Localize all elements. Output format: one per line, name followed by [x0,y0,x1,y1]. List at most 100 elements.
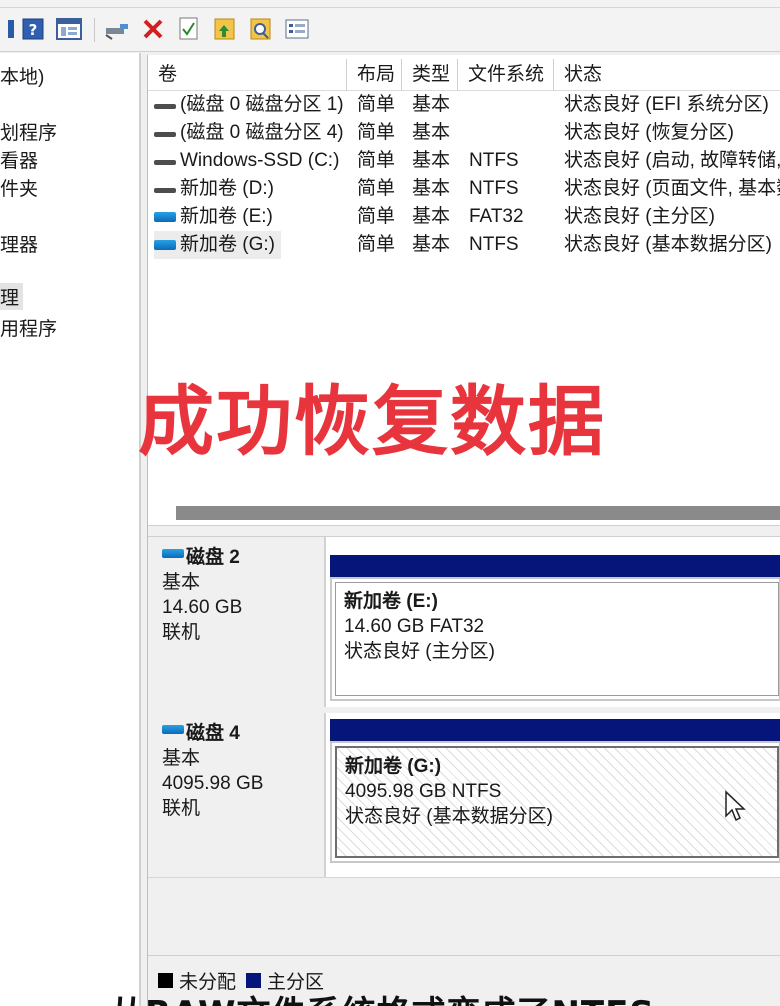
overlay-caption: 成功恢复数据 [138,377,606,466]
table-row[interactable]: 新加卷 (G:) 简单 基本 NTFS 状态良好 (基本数据分区) [148,231,780,259]
mouse-cursor-icon [724,790,746,828]
delete-icon[interactable] [140,16,166,42]
horizontal-scrollbar[interactable] [148,501,780,523]
cell-fs: NTFS [469,150,519,171]
cell-status: 状态良好 (主分区) [564,206,715,227]
scrollbar-thumb[interactable] [176,506,780,520]
disk-name: 磁盘 4 [186,723,240,744]
toolbar: ? [0,8,780,52]
nav-item-device-manager[interactable]: 理器 [0,230,38,257]
table-row[interactable]: 新加卷 (E:) 简单 基本 FAT32 状态良好 (主分区) [148,203,780,231]
cell-fs: FAT32 [469,206,524,227]
column-header-status[interactable]: 状态 [554,59,780,91]
volume-name-cell: 新加卷 (G:) [154,231,281,259]
connect-icon[interactable] [104,16,130,42]
disk-size: 14.60 GB [162,597,243,618]
cell-fs: NTFS [469,178,519,199]
table-row[interactable]: (磁盘 0 磁盘分区 1) 简单 基本 状态良好 (EFI 系统分区) [148,91,780,119]
drive-icon [154,240,176,250]
volume-name: Windows-SSD (C:) [180,150,340,171]
disk-panel-disk4[interactable]: 磁盘 4 基本 4095.98 GB 联机 [148,713,326,877]
nav-item-task-scheduler[interactable]: 划程序 [0,118,57,145]
partition-status: 状态良好 (基本数据分区) [345,806,553,827]
column-header-volume[interactable]: 卷 [148,59,347,91]
partition-bar-g [330,719,780,741]
volume-name: (磁盘 0 磁盘分区 4) [180,122,344,143]
cell-status: 状态良好 (基本数据分区) [564,234,772,255]
partition-name: 新加卷 (G:) [345,756,442,777]
cell-status: 状态良好 (页面文件, 基本数 [564,178,780,199]
cell-type: 基本 [412,150,451,171]
volume-name-cell: 新加卷 (E:) [154,203,273,231]
list-icon[interactable] [284,16,310,42]
cell-layout: 简单 [357,150,396,171]
cell-status: 状态良好 (EFI 系统分区) [564,94,769,115]
table-row[interactable]: 新加卷 (D:) 简单 基本 NTFS 状态良好 (页面文件, 基本数 [148,175,780,203]
column-header-type[interactable]: 类型 [402,59,458,91]
help-icon[interactable]: ? [20,16,46,42]
nav-item-services-apps[interactable]: 用程序 [0,314,57,341]
cell-layout: 简单 [357,206,396,227]
partition-name: 新加卷 (E:) [344,591,438,612]
properties-icon[interactable] [176,16,202,42]
disk-state: 联机 [162,798,201,819]
disk-panel-disk2[interactable]: 磁盘 2 基本 14.60 GB 联机 [148,537,326,707]
search-icon[interactable] [248,16,274,42]
disk-kind: 基本 [162,572,201,593]
cell-status: 状态良好 (恢复分区) [564,122,734,143]
partition-bar-e [330,555,780,577]
column-header-filesystem[interactable]: 文件系统 [458,59,554,91]
volume-name: 新加卷 (G:) [180,234,275,255]
nav-item-disk-management[interactable]: 理 [0,283,24,310]
cell-status: 状态良好 (启动, 故障转储, [564,150,780,171]
volume-name-cell: (磁盘 0 磁盘分区 4) [154,119,344,147]
cell-layout: 简单 [357,94,396,115]
cell-layout: 简单 [357,178,396,199]
partition-size-fs: 4095.98 GB NTFS [345,781,502,802]
drive-icon [154,159,176,165]
volume-name-cell: (磁盘 0 磁盘分区 1) [154,91,344,119]
export-icon[interactable] [212,16,238,42]
menu-bar [0,0,780,8]
disk-kind: 基本 [162,748,201,769]
cell-type: 基本 [412,122,451,143]
nav-item-shared-folders[interactable]: 件夹 [0,174,38,201]
cell-layout: 简单 [357,122,396,143]
volume-table-header: 卷 布局 类型 文件系统 状态 [148,59,780,91]
drive-icon [154,212,176,222]
disk-icon [162,549,184,558]
nav-item-event-viewer[interactable]: 看器 [0,146,38,173]
disk-state: 联机 [162,622,201,643]
partition-g[interactable]: 新加卷 (G:) 4095.98 GB NTFS 状态良好 (基本数据分区) [330,741,780,863]
drive-icon [154,187,176,193]
drive-icon [154,131,176,137]
disk-size: 4095.98 GB [162,773,264,794]
pane-splitter[interactable] [148,525,780,537]
view-icon[interactable] [56,16,82,42]
volume-name: (磁盘 0 磁盘分区 1) [180,94,344,115]
disk-title: 磁盘 2 [162,545,324,570]
nav-item-local[interactable]: 本地) [0,62,44,89]
partition-e[interactable]: 新加卷 (E:) 14.60 GB FAT32 状态良好 (主分区) [330,577,780,701]
partition-g-inner: 新加卷 (G:) 4095.98 GB NTFS 状态良好 (基本数据分区) [335,746,779,858]
svg-text:?: ? [29,21,38,39]
partition-e-inner: 新加卷 (E:) 14.60 GB FAT32 状态良好 (主分区) [335,582,779,696]
cell-type: 基本 [412,94,451,115]
content-pane: 卷 布局 类型 文件系统 状态 (磁盘 0 磁盘分区 1) 简单 基本 状态良好 (E… [138,55,780,1006]
disk-area-empty [148,877,780,955]
volume-name: 新加卷 (E:) [180,206,273,227]
partition-status: 状态良好 (主分区) [344,641,495,662]
disk-title: 磁盘 4 [162,721,324,746]
cell-type: 基本 [412,206,451,227]
table-row[interactable]: Windows-SSD (C:) 简单 基本 NTFS 状态良好 (启动, 故障转储, [148,147,780,175]
navigation-pane: 本地) 划程序 看器 件夹 理器 理 用程序 [0,53,141,1006]
cell-type: 基本 [412,178,451,199]
toolbar-separator [94,18,95,42]
volume-name-cell: 新加卷 (D:) [154,175,274,203]
partition-size-fs: 14.60 GB FAT32 [344,616,485,637]
table-row[interactable]: (磁盘 0 磁盘分区 4) 简单 基本 状态良好 (恢复分区) [148,119,780,147]
cell-layout: 简单 [357,234,396,255]
cell-fs: NTFS [469,234,519,255]
column-header-layout[interactable]: 布局 [347,59,402,91]
cell-type: 基本 [412,234,451,255]
